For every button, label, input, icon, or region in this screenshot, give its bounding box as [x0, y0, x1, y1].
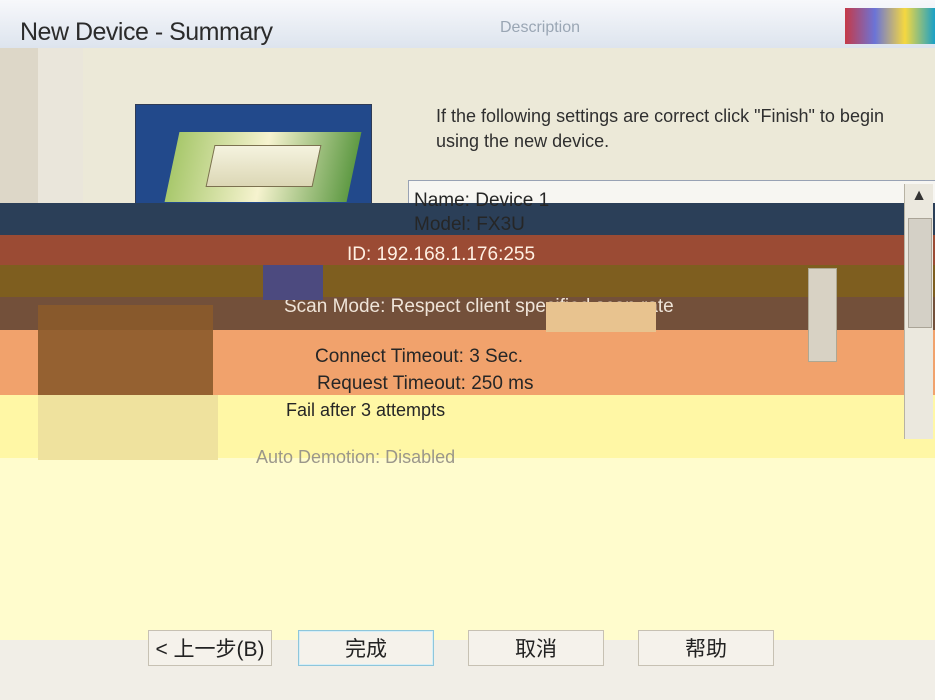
summary-auto-demotion: Auto Demotion: Disabled — [256, 447, 456, 467]
intro-text: If the following settings are correct cl… — [436, 104, 935, 154]
glitch-block-2 — [546, 302, 656, 332]
scroll-thumb[interactable] — [908, 218, 932, 328]
summary-name: Name: Device 1 — [414, 190, 550, 211]
intro-line-1: If the following settings are correct cl… — [436, 106, 884, 126]
cancel-button[interactable]: 取消 — [468, 630, 604, 666]
summary-model: Model: FX3U — [414, 214, 525, 235]
summary-connect-timeout: Connect Timeout: 3 Sec. — [315, 346, 524, 367]
glitch-block — [263, 265, 323, 300]
intro-line-2: using the new device. — [436, 131, 610, 151]
window-title: New Device - Summary — [20, 18, 273, 46]
summary-request-timeout: Request Timeout: 250 ms — [317, 373, 534, 394]
new-device-summary-window: New Device - Summary Description If the … — [0, 0, 935, 700]
summary-fail-after: Fail after 3 attempts — [286, 400, 446, 420]
help-button[interactable]: 帮助 — [638, 630, 774, 666]
summary-band-3 — [0, 265, 935, 299]
window-controls[interactable] — [845, 8, 935, 44]
back-button[interactable]: < 上一步(B) — [148, 630, 272, 666]
device-photo-fragment-2 — [38, 395, 218, 460]
scroll-up-arrow-icon[interactable]: ▲ — [905, 184, 933, 208]
summary-id: ID: 192.168.1.176:255 — [347, 244, 536, 265]
finish-button[interactable]: 完成 — [298, 630, 434, 666]
summary-scrollbar[interactable]: ▲ — [904, 184, 933, 439]
inner-scroll-thumb — [808, 268, 837, 362]
title-bar: New Device - Summary Description — [0, 0, 935, 48]
device-photo-fragment — [38, 305, 213, 395]
summary-band-7 — [0, 458, 935, 641]
title-ghost-label: Description — [500, 19, 581, 36]
device-chip-graphic — [205, 145, 322, 187]
